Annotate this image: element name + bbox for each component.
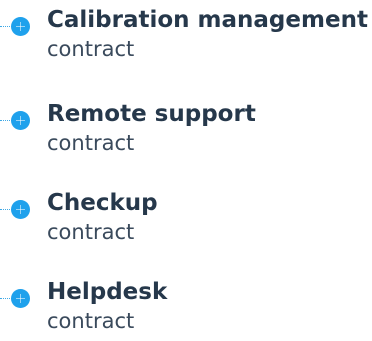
plus-icon[interactable] [11, 111, 30, 130]
contract-item-calibration[interactable]: Calibration management contract [0, 3, 372, 69]
contract-subtitle: contract [47, 220, 135, 244]
contract-subtitle: contract [47, 131, 135, 155]
contract-item-helpdesk[interactable]: Helpdesk contract [0, 275, 372, 341]
plus-icon[interactable] [11, 289, 30, 308]
contract-title: Helpdesk [47, 279, 168, 305]
contract-subtitle: contract [47, 309, 135, 333]
contract-title: Checkup [47, 190, 158, 216]
plus-icon[interactable] [11, 200, 30, 219]
contract-item-remote-support[interactable]: Remote support contract [0, 97, 372, 163]
contract-title: Remote support [47, 101, 256, 127]
contract-subtitle: contract [47, 37, 135, 61]
plus-icon[interactable] [11, 17, 30, 36]
contract-title: Calibration management [47, 7, 368, 33]
contract-item-checkup[interactable]: Checkup contract [0, 186, 372, 252]
